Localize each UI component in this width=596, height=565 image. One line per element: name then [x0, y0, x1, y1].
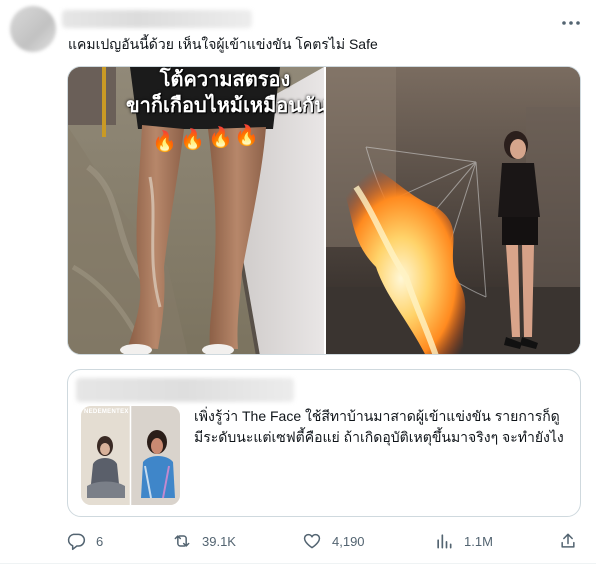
more-options-button[interactable]	[561, 13, 581, 33]
author-name-redacted[interactable]	[62, 10, 252, 28]
tweet-card[interactable]: แคมเปญอันนี้ด้วย เห็นใจผู้เข้าแข่งขัน โค…	[0, 0, 596, 565]
flame-emoji: 🔥	[180, 129, 205, 151]
reply-count: 6	[96, 533, 104, 549]
retweet-count: 39.1K	[202, 533, 236, 549]
quote-author-redacted	[76, 378, 294, 402]
share-icon	[561, 533, 575, 548]
more-dots-icon	[562, 21, 580, 25]
quote-thumbnail-illustration	[81, 406, 180, 505]
overlay-caption-line-2: ขาก็เกือบไหม้เหมือนกัน	[126, 95, 324, 117]
view-count: 1.1M	[464, 533, 493, 549]
retweet-icon	[174, 535, 190, 547]
reply-icon	[67, 533, 86, 551]
flame-emoji: 🔥	[234, 125, 259, 147]
quote-tweet[interactable]: NEDEMENTEX เพิ่งรู้ว่า The Face ใช้สีทาบ…	[67, 369, 581, 517]
reply-button[interactable]: 6	[66, 525, 103, 557]
views-chart-icon	[437, 534, 452, 549]
retweet-button[interactable]: 39.1K	[172, 525, 236, 557]
overlay-caption-line-1: โต้ความสตรอง	[159, 69, 291, 91]
fire-photo-illustration	[326, 67, 580, 354]
divider	[0, 563, 596, 564]
like-button[interactable]: 4,190	[302, 525, 365, 557]
avatar[interactable]	[10, 6, 56, 52]
tweet-text: แคมเปญอันนี้ด้วย เห็นใจผู้เข้าแข่งขัน โค…	[68, 36, 378, 52]
quote-text: เพิ่งรู้ว่า The Face ใช้สีทาบ้านมาสาดผู้…	[194, 408, 564, 445]
tweet-media[interactable]: โต้ความสตรอง ขาก็เกือบไหม้เหมือนกัน 🔥 🔥 …	[67, 66, 581, 355]
quote-thumbnail-label: NEDEMENTEX	[84, 409, 129, 415]
action-bar: 6 39.1K 4,190 1.1M	[0, 525, 596, 557]
flame-emoji: 🔥	[152, 131, 177, 153]
like-count: 4,190	[332, 533, 365, 549]
flame-emoji: 🔥	[208, 127, 233, 149]
media-overlay-caption: โต้ความสตรอง ขาก็เกือบไหม้เหมือนกัน	[126, 67, 324, 119]
media-photo-fire[interactable]	[326, 67, 580, 354]
heart-icon	[303, 533, 321, 549]
share-button[interactable]	[558, 525, 578, 557]
quote-thumbnail[interactable]: NEDEMENTEX	[81, 406, 180, 505]
views-button[interactable]: 1.1M	[434, 525, 493, 557]
media-photo-legs[interactable]: โต้ความสตรอง ขาก็เกือบไหม้เหมือนกัน 🔥 🔥 …	[68, 67, 324, 354]
